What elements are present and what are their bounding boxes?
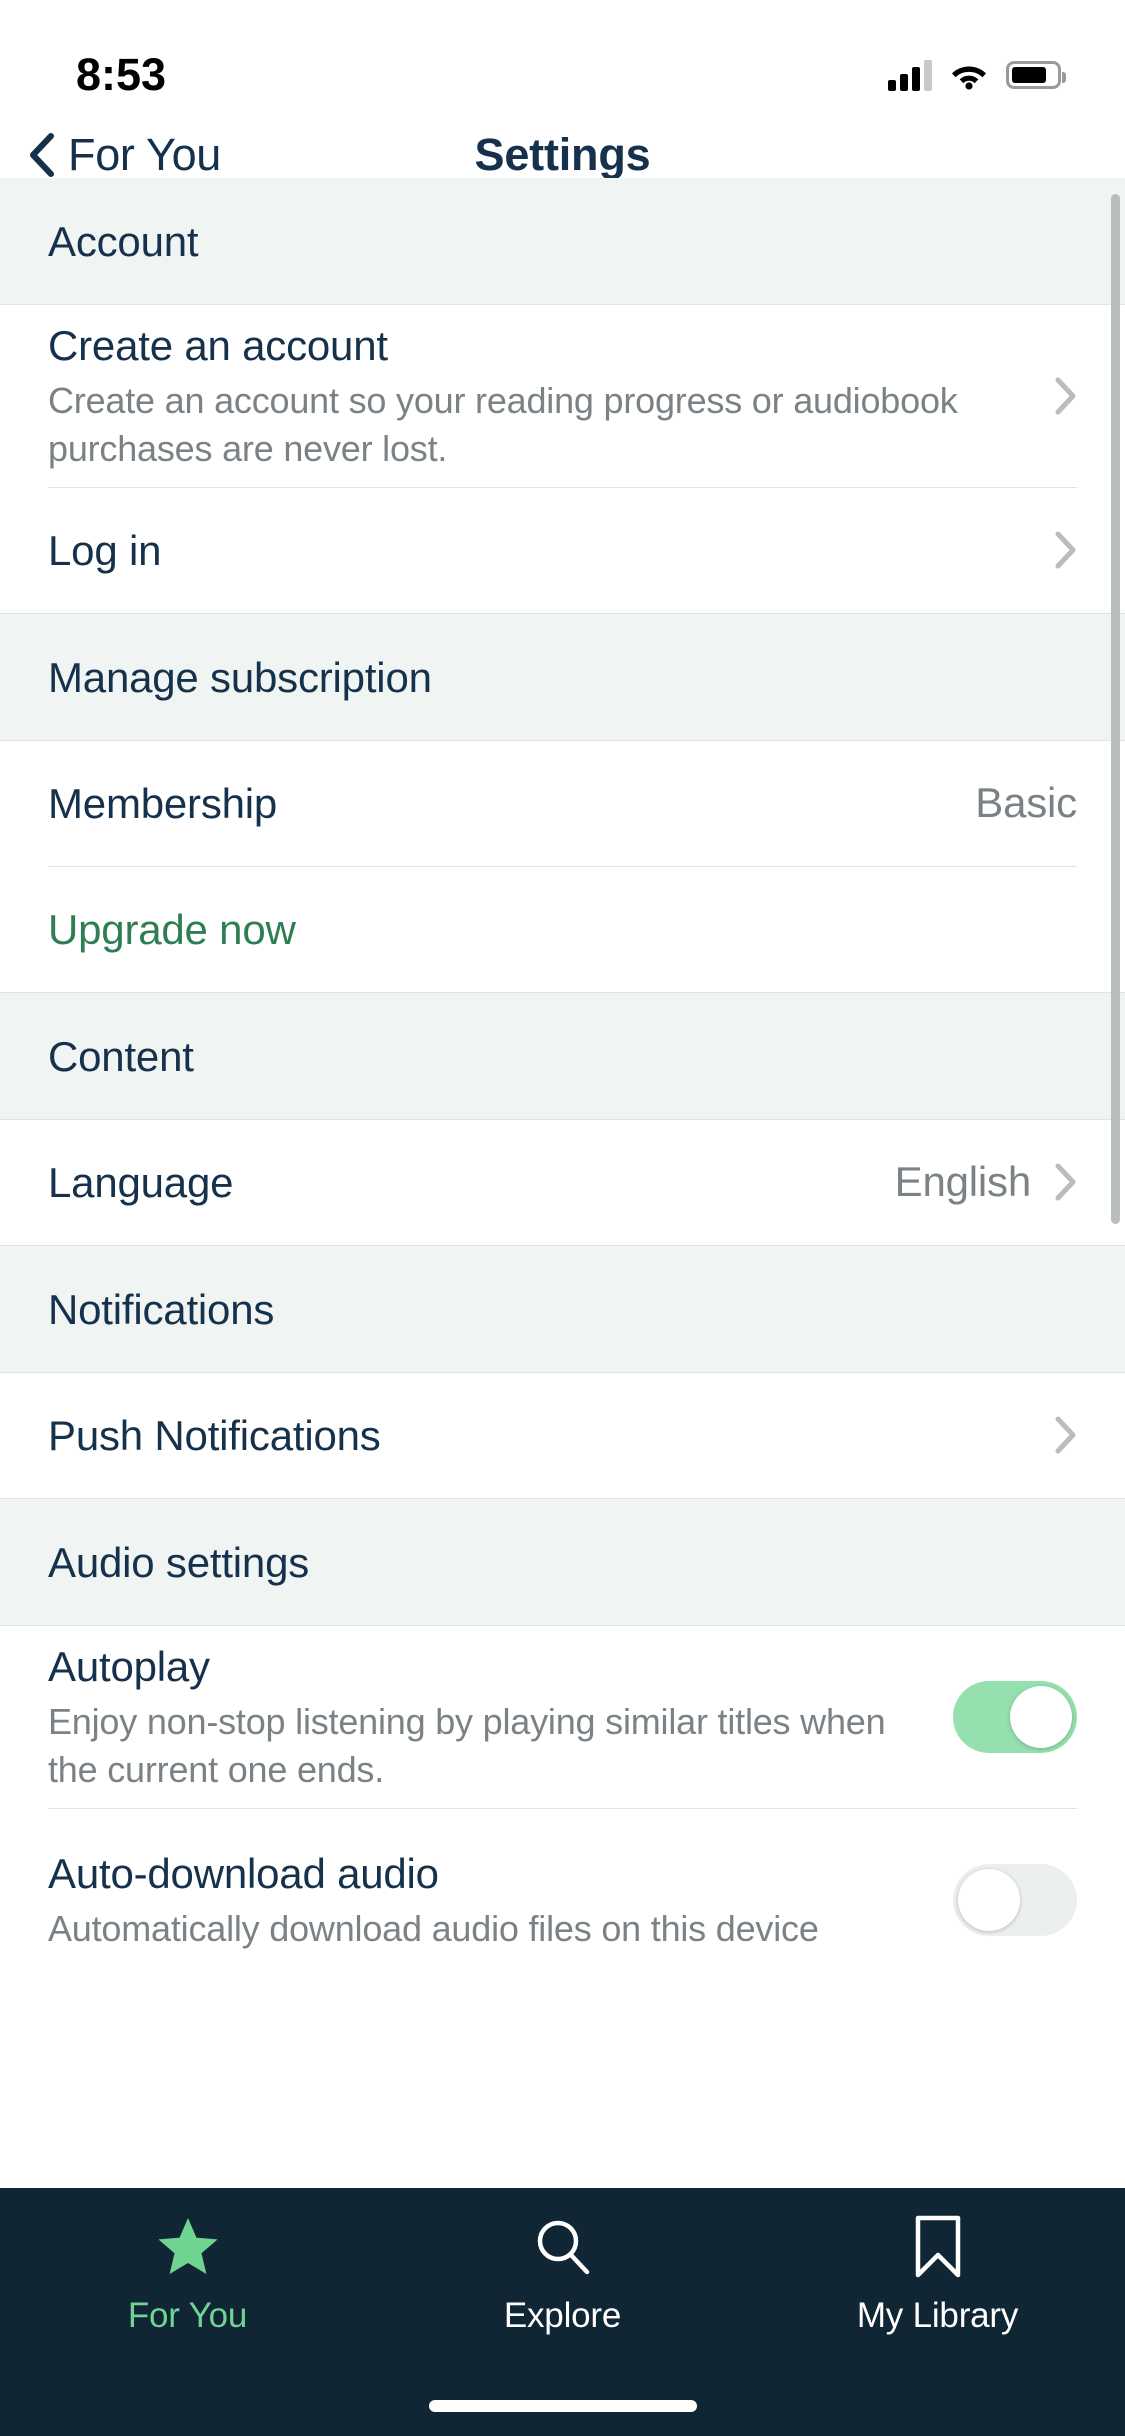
- settings-list[interactable]: Account Create an account Create an acco…: [0, 178, 1125, 2188]
- star-icon: [156, 2214, 220, 2280]
- row-push-notifications[interactable]: Push Notifications: [0, 1373, 1125, 1498]
- settings-screen: 8:53 For You Settings Account Create an …: [0, 0, 1125, 2436]
- back-button[interactable]: For You: [26, 129, 221, 181]
- toggle-knob: [1010, 1685, 1072, 1748]
- row-create-an-account[interactable]: Create an account Create an account so y…: [0, 305, 1125, 487]
- section-header-audio-settings: Audio settings: [0, 1498, 1125, 1626]
- row-membership[interactable]: Membership Basic: [0, 741, 1125, 866]
- cellular-bars-icon: [888, 59, 932, 91]
- row-subtitle: Enjoy non-stop listening by playing simi…: [48, 1701, 886, 1790]
- navigation-bar: For You Settings: [0, 129, 1125, 181]
- tab-for-you[interactable]: For You: [0, 2214, 375, 2364]
- tab-bar: For You Explore My Library: [0, 2188, 1125, 2436]
- tab-label: Explore: [503, 2296, 622, 2335]
- row-title: Log in: [48, 526, 162, 574]
- row-upgrade-now[interactable]: Upgrade now: [0, 867, 1125, 992]
- auto-download-toggle[interactable]: [953, 1864, 1077, 1936]
- row-auto-download-audio[interactable]: Auto-download audio Automatically downlo…: [0, 1809, 1125, 1991]
- toggle-knob: [958, 1869, 1020, 1931]
- tab-my-library[interactable]: My Library: [750, 2214, 1125, 2364]
- chevron-left-icon: [30, 133, 54, 177]
- chevron-right-icon: [1055, 1416, 1076, 1454]
- home-indicator: [428, 2400, 697, 2412]
- row-title: Auto-download audio: [48, 1849, 439, 1897]
- search-icon: [532, 2214, 594, 2280]
- row-title: Push Notifications: [48, 1411, 381, 1459]
- status-time: 8:53: [76, 49, 167, 100]
- section-header-notifications: Notifications: [0, 1245, 1125, 1373]
- tab-label: For You: [127, 2296, 248, 2335]
- chevron-right-icon: [1055, 531, 1076, 569]
- row-title: Language: [48, 1158, 234, 1206]
- section-header-manage-subscription: Manage subscription: [0, 613, 1125, 741]
- section-header-content: Content: [0, 992, 1125, 1120]
- tab-label: My Library: [856, 2296, 1019, 2335]
- back-button-label: For You: [68, 129, 222, 180]
- bookmark-icon: [912, 2214, 964, 2280]
- row-subtitle: Create an account so your reading progre…: [48, 380, 958, 469]
- chevron-right-icon: [1055, 1163, 1076, 1201]
- autoplay-toggle[interactable]: [953, 1680, 1077, 1753]
- membership-value: Basic: [975, 779, 1077, 827]
- battery-icon: [1006, 61, 1066, 89]
- row-language[interactable]: Language English: [0, 1120, 1125, 1245]
- scrollbar[interactable]: [1111, 194, 1120, 1224]
- row-subtitle: Automatically download audio files on th…: [48, 1907, 819, 1949]
- page-title: Settings: [474, 129, 651, 180]
- language-value: English: [894, 1158, 1032, 1206]
- tab-explore[interactable]: Explore: [375, 2214, 750, 2364]
- row-title: Create an account: [48, 321, 388, 369]
- row-autoplay[interactable]: Autoplay Enjoy non-stop listening by pla…: [0, 1626, 1125, 1808]
- row-title: Membership: [48, 779, 278, 827]
- row-log-in[interactable]: Log in: [0, 488, 1125, 613]
- section-header-account: Account: [0, 178, 1125, 305]
- row-title: Autoplay: [48, 1642, 210, 1690]
- status-icons: [888, 59, 1066, 91]
- status-bar: 8:53: [0, 0, 1125, 132]
- wifi-icon: [952, 66, 986, 90]
- row-title: Upgrade now: [48, 905, 296, 953]
- chevron-right-icon: [1055, 377, 1076, 415]
